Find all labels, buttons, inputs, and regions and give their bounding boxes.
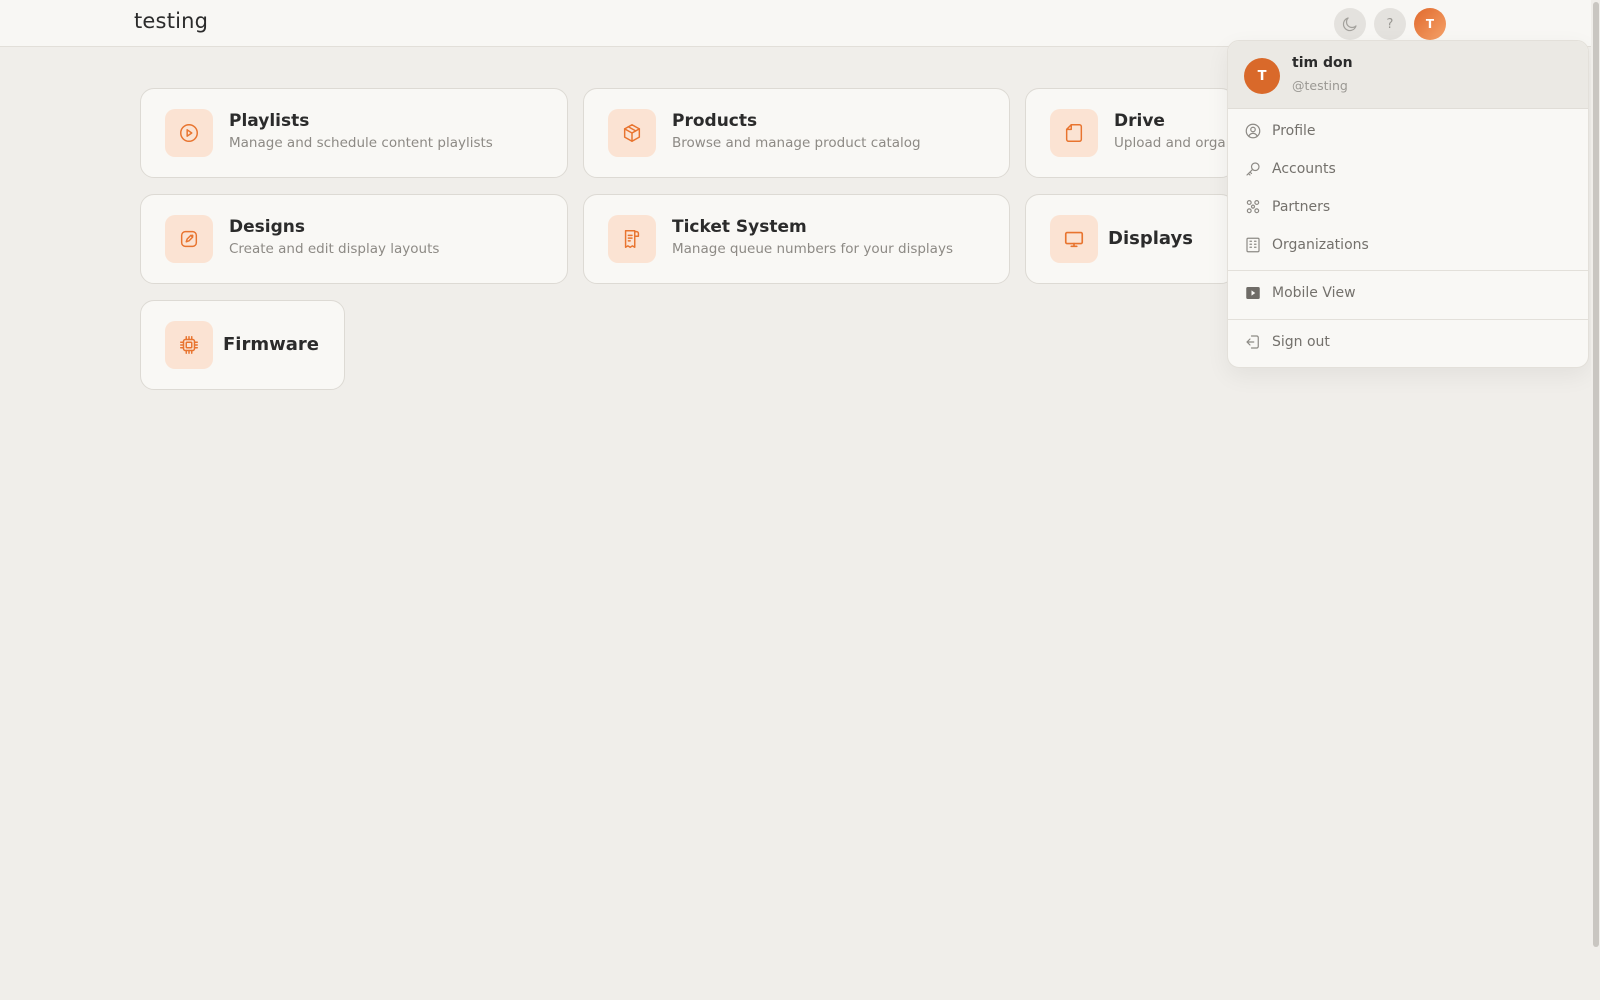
app-title: testing (134, 9, 209, 33)
menu-item-organizations[interactable]: Organizations (1228, 227, 1588, 263)
card-displays[interactable]: Displays (1025, 194, 1235, 284)
monitor-icon (1064, 231, 1084, 248)
chip-icon (180, 336, 198, 354)
displays-icon-box (1050, 215, 1098, 263)
drive-icon-box (1050, 109, 1098, 157)
card-title: Drive (1114, 111, 1165, 131)
card-description: Browse and manage product catalog (672, 135, 921, 151)
card-title: Designs (229, 217, 305, 237)
file-icon (1065, 124, 1083, 142)
partners-icon (1246, 200, 1260, 214)
user-menu-header: T tim don @testing (1228, 41, 1588, 109)
card-drive[interactable]: Drive Upload and organize (1025, 88, 1235, 178)
moon-icon (1342, 17, 1357, 32)
card-designs[interactable]: Designs Create and edit display layouts (140, 194, 568, 284)
card-title: Displays (1108, 228, 1193, 249)
menu-item-profile[interactable]: Profile (1228, 113, 1588, 149)
menu-item-partners[interactable]: Partners (1228, 189, 1588, 225)
designs-icon-box (165, 215, 213, 263)
user-name: tim don (1292, 55, 1353, 71)
package-icon (623, 124, 641, 142)
menu-item-label: Profile (1272, 123, 1316, 139)
menu-item-label: Organizations (1272, 237, 1369, 253)
scrollbar-thumb[interactable] (1593, 2, 1599, 947)
card-ticket-system[interactable]: Ticket System Manage queue numbers for y… (583, 194, 1010, 284)
menu-item-mobile-view[interactable]: Mobile View (1228, 275, 1588, 311)
design-icon (180, 230, 198, 248)
menu-divider (1228, 270, 1588, 271)
menu-item-accounts[interactable]: Accounts (1228, 151, 1588, 187)
playlists-icon-box (165, 109, 213, 157)
menu-divider (1228, 319, 1588, 320)
card-title: Firmware (223, 334, 319, 355)
menu-item-label: Partners (1272, 199, 1331, 215)
user-circle-icon (1245, 123, 1261, 139)
sign-out-icon (1246, 335, 1259, 349)
firmware-icon-box (165, 321, 213, 369)
card-playlists[interactable]: Playlists Manage and schedule content pl… (140, 88, 568, 178)
user-avatar-button[interactable]: T (1414, 8, 1446, 40)
building-icon (1246, 237, 1260, 253)
card-description: Upload and organize (1114, 135, 1234, 151)
card-description: Manage queue numbers for your displays (672, 241, 953, 257)
products-icon-box (608, 109, 656, 157)
help-button[interactable]: ? (1374, 8, 1406, 40)
card-firmware[interactable]: Firmware (140, 300, 345, 390)
user-menu: T tim don @testing Profile Accounts Part… (1227, 40, 1589, 368)
play-circle-icon (180, 124, 198, 142)
menu-item-label: Sign out (1272, 334, 1330, 350)
theme-toggle-button[interactable] (1334, 8, 1366, 40)
menu-item-label: Mobile View (1272, 285, 1356, 301)
menu-item-sign-out[interactable]: Sign out (1228, 324, 1588, 360)
avatar: T (1244, 58, 1280, 94)
card-title: Ticket System (672, 217, 807, 237)
card-title: Playlists (229, 111, 310, 131)
play-square-icon (1246, 287, 1260, 299)
card-description: Manage and schedule content playlists (229, 135, 493, 151)
key-icon (1246, 162, 1260, 176)
menu-item-label: Accounts (1272, 161, 1336, 177)
user-handle: @testing (1292, 78, 1348, 93)
ticket-icon (624, 230, 640, 248)
card-title: Products (672, 111, 758, 131)
card-products[interactable]: Products Browse and manage product catal… (583, 88, 1010, 178)
card-description: Create and edit display layouts (229, 241, 440, 257)
ticket-system-icon-box (608, 215, 656, 263)
